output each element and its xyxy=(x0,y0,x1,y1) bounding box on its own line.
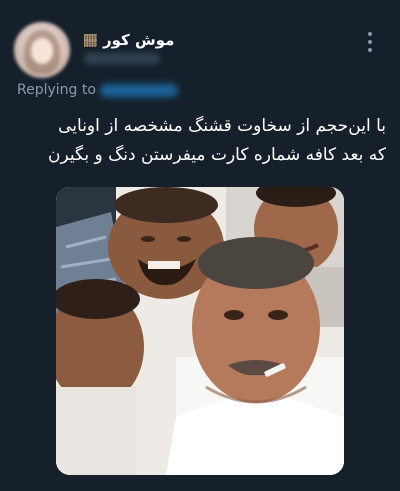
selfie-photo-illustration xyxy=(56,187,344,475)
replying-to-label: Replying to xyxy=(17,82,96,98)
user-avatar[interactable] xyxy=(14,22,70,78)
tweet-text-line-2: که بعد کافه شماره کارت میفرستن دنگ و بگی… xyxy=(47,145,386,165)
display-name[interactable]: موش کور xyxy=(103,31,174,49)
user-handle-redacted xyxy=(84,53,160,64)
replying-to-row: Replying to xyxy=(17,82,178,98)
tweet-photo[interactable] xyxy=(56,187,344,475)
tweet-text: با این‌حجم از سخاوت قشنگ مشخصه از اونایی… xyxy=(16,112,386,170)
user-name-row[interactable]: موش کور 🏾 xyxy=(84,31,174,49)
more-options-icon[interactable] xyxy=(362,30,378,54)
mole-icon: 🏾 xyxy=(84,32,98,48)
replying-to-handle-redacted[interactable] xyxy=(99,83,178,97)
tweet-text-line-1: با این‌حجم از سخاوت قشنگ مشخصه از اونایی xyxy=(58,116,386,136)
